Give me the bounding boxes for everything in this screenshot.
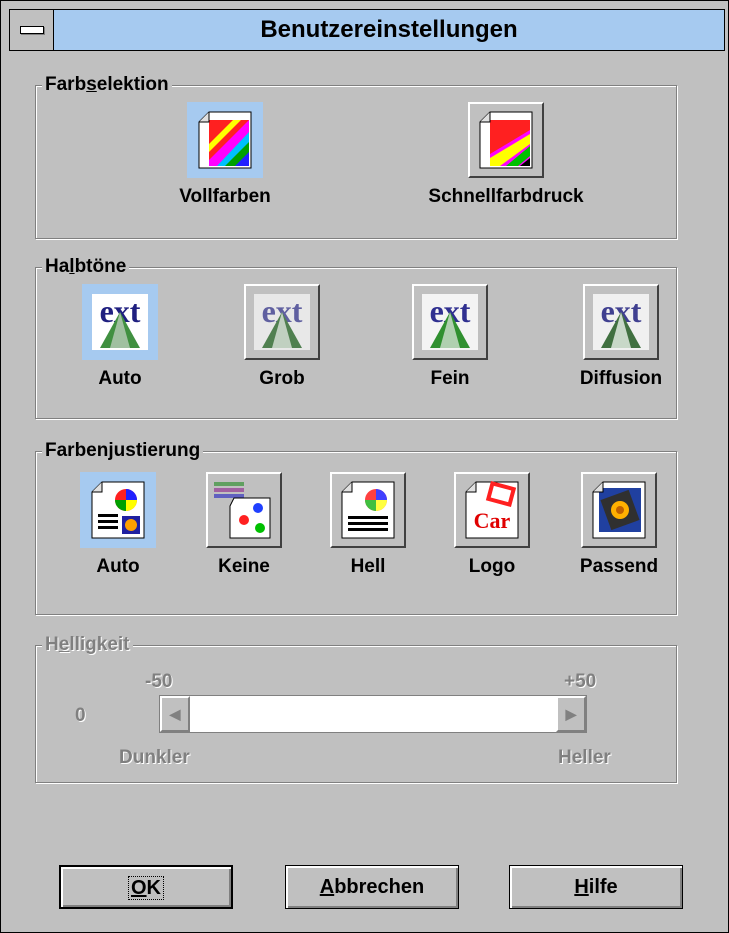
ok-button[interactable]: OK <box>59 865 233 909</box>
adjust-bright-label: Hell <box>350 556 386 577</box>
color-adjust-logo-icon: Car <box>454 472 530 548</box>
brightness-slider[interactable]: ◀ ▶ <box>159 695 587 733</box>
halftone-diffusion-label: Diffusion <box>579 368 663 389</box>
color-option-full-color[interactable]: Vollfarben <box>150 102 300 208</box>
fast-color-print-icon <box>468 102 544 178</box>
halftone-auto-icon: ext <box>82 284 158 360</box>
color-adjust-none-icon <box>206 472 282 548</box>
halftone-fine-label: Fein <box>430 368 470 389</box>
brightness-min-label: -50 <box>145 671 173 692</box>
full-color-icon <box>187 102 263 178</box>
adjust-match-label: Passend <box>579 556 659 577</box>
group-halftones-legend: Halbtöne <box>42 256 130 278</box>
svg-text:Car: Car <box>474 508 511 533</box>
color-adjust-auto-icon <box>80 472 156 548</box>
adjust-option-auto[interactable]: Auto <box>68 472 168 578</box>
brightness-max-label: +50 <box>564 671 597 692</box>
adjust-logo-label: Logo <box>468 556 516 577</box>
color-adjust-bright-icon <box>330 472 406 548</box>
adjust-option-match[interactable]: Passend <box>564 472 674 578</box>
halftone-coarse-label: Grob <box>259 368 305 389</box>
brightness-brighter-label: Heller <box>558 747 611 768</box>
halftone-option-auto[interactable]: ext Auto <box>70 284 170 390</box>
help-button[interactable]: Hilfe <box>509 865 683 909</box>
group-color-selection: Farbselektion Vollfarben Schnellfarbdruc… <box>35 74 677 239</box>
adjust-auto-label: Auto <box>96 556 140 577</box>
color-option-fast-print[interactable]: Schnellfarbdruck <box>406 102 606 208</box>
dialog-window: Benutzereinstellungen Farbselektion Voll… <box>0 0 729 933</box>
group-color-selection-legend: Farbselektion <box>42 74 172 96</box>
color-adjust-match-icon <box>581 472 657 548</box>
arrow-left-icon: ◀ <box>169 706 181 722</box>
halftone-fine-icon: ext <box>412 284 488 360</box>
halftone-option-diffusion[interactable]: ext Diffusion <box>566 284 676 390</box>
group-color-adjustment: Farbenjustierung Auto Keine Hell Car Log… <box>35 440 677 615</box>
arrow-right-icon: ▶ <box>565 706 577 722</box>
title-bar: Benutzereinstellungen <box>9 9 725 51</box>
ok-button-label: OK <box>127 876 164 900</box>
full-color-label: Vollfarben <box>179 186 271 207</box>
group-halftones: Halbtöne ext Auto ext Grob ext Fein ext … <box>35 256 677 419</box>
adjust-option-none[interactable]: Keine <box>194 472 294 578</box>
window-title: Benutzereinstellungen <box>260 16 518 43</box>
halftone-coarse-icon: ext <box>244 284 320 360</box>
group-color-adjustment-legend: Farbenjustierung <box>42 440 204 462</box>
fast-color-print-label: Schnellfarbdruck <box>428 186 584 207</box>
adjust-none-label: Keine <box>218 556 270 577</box>
halftone-diffusion-icon: ext <box>583 284 659 360</box>
halftone-option-coarse[interactable]: ext Grob <box>232 284 332 390</box>
brightness-increase-button[interactable]: ▶ <box>556 696 586 732</box>
brightness-darker-label: Dunkler <box>119 747 190 768</box>
adjust-option-logo[interactable]: Car Logo <box>442 472 542 578</box>
brightness-decrease-button[interactable]: ◀ <box>160 696 190 732</box>
brightness-value: 0 <box>75 705 86 726</box>
adjust-option-bright[interactable]: Hell <box>318 472 418 578</box>
cancel-button[interactable]: Abbrechen <box>285 865 459 909</box>
halftone-auto-label: Auto <box>98 368 142 389</box>
cancel-button-label: Abbrechen <box>319 876 425 898</box>
group-brightness-legend: Helligkeit <box>42 634 133 656</box>
help-button-label: Hilfe <box>574 876 618 898</box>
system-menu-button[interactable] <box>10 10 54 50</box>
system-menu-icon <box>20 26 44 34</box>
halftone-option-fine[interactable]: ext Fein <box>400 284 500 390</box>
